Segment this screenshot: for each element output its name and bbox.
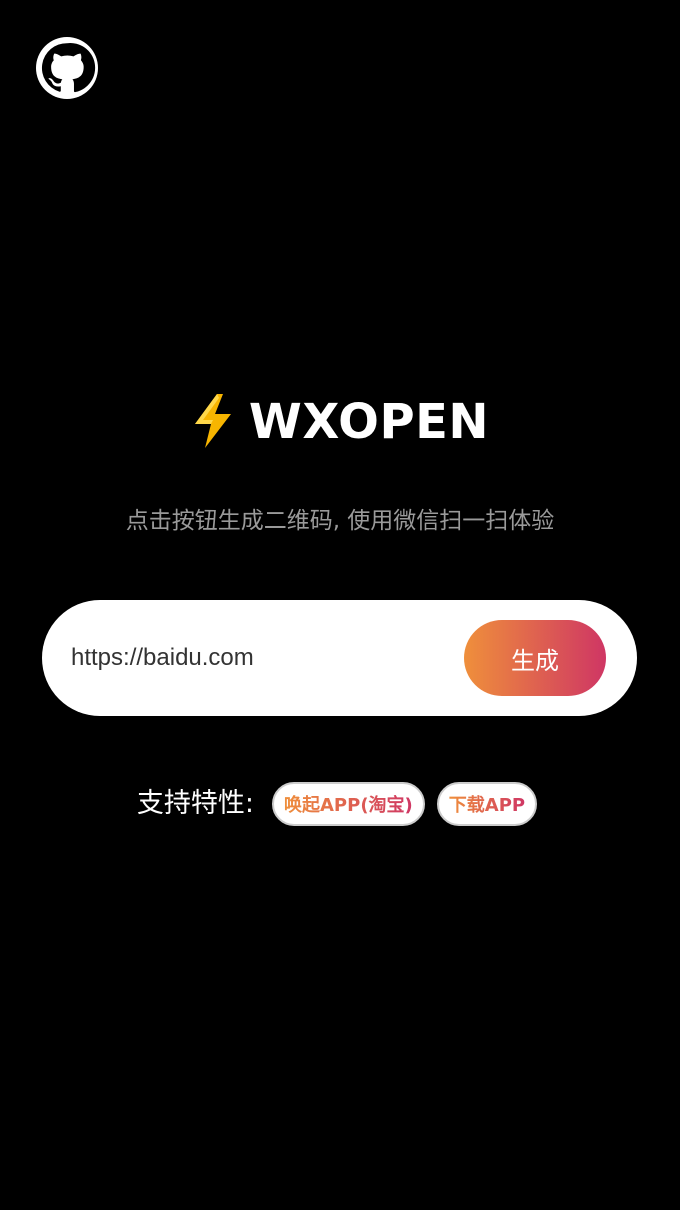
hero-title-row: WXOPEN [0, 392, 680, 452]
url-form: 生成 [42, 600, 637, 716]
github-link[interactable] [36, 37, 98, 99]
feature-tag-open-app[interactable]: 唤起APP(淘宝) [272, 782, 425, 826]
page-title: WXOPEN [248, 394, 490, 450]
page-subtitle: 点击按钮生成二维码, 使用微信扫一扫体验 [125, 508, 555, 534]
github-icon [36, 37, 98, 99]
feature-tag-label: 下载APP [448, 795, 526, 816]
url-input[interactable] [71, 638, 451, 678]
page: WXOPEN 点击按钮生成二维码, 使用微信扫一扫体验 生成 支持特性: 唤起AP… [0, 0, 680, 1210]
features-label: 支持特性: [136, 788, 254, 819]
generate-button[interactable]: 生成 [464, 620, 606, 696]
lightning-bolt-icon [191, 394, 235, 448]
feature-tag-label: 唤起APP(淘宝) [284, 795, 413, 816]
feature-tag-download-app[interactable]: 下载APP [436, 782, 538, 826]
features-row: 支持特性: 唤起APP(淘宝) 下载APP [0, 782, 680, 826]
